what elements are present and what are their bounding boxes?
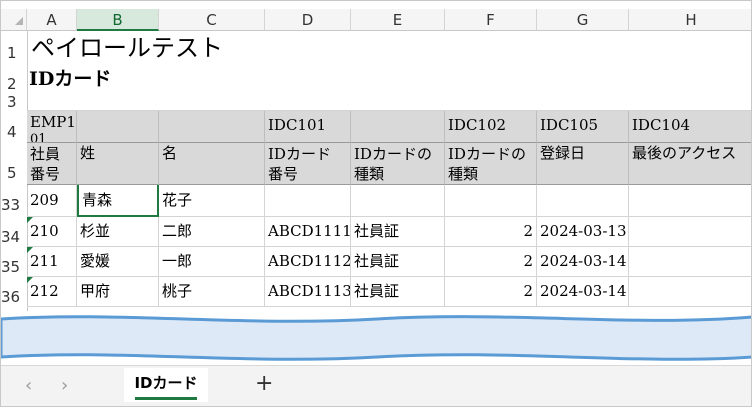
cell-registration-date[interactable]: 2024-03-14 [537, 247, 629, 277]
header-id-card-type[interactable]: IDカードの 種類 [351, 143, 445, 185]
cell-f4[interactable]: IDC102 [445, 111, 537, 143]
cell-id[interactable]: 210 [27, 217, 77, 247]
sheet-tab-bar: ‹ › IDカード + [1, 365, 751, 406]
cell-last-name-selected[interactable]: 青森 [77, 185, 159, 217]
header-id-card-number[interactable]: IDカード 番号 [265, 143, 351, 185]
cell-last-name[interactable]: 杉並 [77, 217, 159, 247]
cell-d4[interactable]: IDC101 [265, 111, 351, 143]
row-header-36[interactable]: 36 [1, 277, 21, 307]
cell-card-type[interactable] [351, 185, 445, 217]
cell-a4[interactable]: EMP1 01 [27, 111, 77, 143]
cell-card-number[interactable]: ABCD1113 [265, 277, 351, 307]
cell-a4-overflow: 01 [30, 132, 47, 143]
add-sheet-icon[interactable]: + [255, 371, 273, 396]
cell-last-access[interactable] [629, 185, 751, 217]
header-id-card-kind[interactable]: IDカードの 種類 [445, 143, 537, 185]
header-id-card-number-l2: 番号 [268, 165, 299, 183]
cell-last-name[interactable]: 甲府 [77, 277, 159, 307]
cell-card-type[interactable]: 社員証 [351, 277, 445, 307]
cell-last-name[interactable]: 愛媛 [77, 247, 159, 277]
cell-first-name[interactable]: 花子 [159, 185, 265, 217]
cell-id[interactable]: 211 [27, 247, 77, 277]
header-id-card-kind-l1: IDカードの [448, 145, 526, 163]
select-all-corner[interactable] [1, 9, 27, 31]
header-id-card-type-l1: IDカードの [354, 145, 432, 163]
cell-last-access[interactable] [629, 247, 751, 277]
cell-b4[interactable] [77, 111, 159, 143]
column-header-d[interactable]: D [265, 9, 351, 31]
cell-g4[interactable]: IDC105 [537, 111, 629, 143]
row-header-5[interactable]: 5 [1, 143, 27, 185]
cell-first-name[interactable]: 一郎 [159, 247, 265, 277]
header-last-access[interactable]: 最後のアクセス [629, 143, 751, 185]
row-header-35[interactable]: 35 [1, 247, 21, 277]
cell-card-kind[interactable] [445, 185, 537, 217]
chevron-left-icon[interactable]: ‹ [25, 375, 32, 396]
header-employee-number-l1: 社員 [30, 145, 61, 163]
cell-last-access[interactable] [629, 277, 751, 307]
column-header-a[interactable]: A [27, 9, 77, 31]
cell-registration-date[interactable]: 2024-03-13 [537, 217, 629, 247]
column-header-b[interactable]: B [77, 9, 159, 31]
header-last-name[interactable]: 姓 [77, 143, 159, 185]
header-employee-number[interactable]: 社員 番号 [27, 143, 77, 185]
cell-c4[interactable] [159, 111, 265, 143]
column-header-g[interactable]: G [537, 9, 629, 31]
content-cut-marker [1, 315, 751, 361]
cell-card-number[interactable]: ABCD1112 [265, 247, 351, 277]
cell-card-number[interactable]: ABCD1111 [265, 217, 351, 247]
cell-card-kind[interactable]: 2 [445, 277, 537, 307]
cell-card-type[interactable]: 社員証 [351, 217, 445, 247]
header-employee-number-l2: 番号 [30, 165, 61, 183]
chevron-right-icon[interactable]: › [61, 375, 68, 396]
header-id-card-type-l2: 種類 [354, 165, 385, 183]
spreadsheet-window: A B C D E F G H 1 2 3 4 5 33 34 35 36 ペイ… [0, 0, 752, 407]
row-header-33[interactable]: 33 [1, 185, 21, 217]
column-header-f[interactable]: F [445, 9, 537, 31]
header-registration-date[interactable]: 登録日 [537, 143, 629, 185]
cell-id[interactable]: 212 [27, 277, 77, 307]
cell-card-type[interactable]: 社員証 [351, 247, 445, 277]
cell-registration-date[interactable]: 2024-03-14 [537, 277, 629, 307]
cell-card-kind[interactable]: 2 [445, 247, 537, 277]
cell-first-name[interactable]: 二郎 [159, 217, 265, 247]
cell-e4[interactable] [351, 111, 445, 143]
sheet-subtitle-cell[interactable]: IDカード [27, 65, 751, 95]
cell-id[interactable]: 209 [27, 185, 77, 217]
cell-a4-text: EMP1 [30, 113, 76, 131]
row-header-34[interactable]: 34 [1, 217, 21, 247]
cell-last-access[interactable] [629, 217, 751, 247]
cell-h4[interactable]: IDC104 [629, 111, 751, 143]
column-header-e[interactable]: E [351, 9, 445, 31]
header-id-card-kind-l2: 種類 [448, 165, 479, 183]
cell-card-kind[interactable]: 2 [445, 217, 537, 247]
row-3-empty[interactable] [27, 95, 751, 111]
cell-first-name[interactable]: 桃子 [159, 277, 265, 307]
cell-registration-date[interactable] [537, 185, 629, 217]
header-first-name[interactable]: 名 [159, 143, 265, 185]
row-header-1[interactable]: 1 [1, 39, 27, 67]
row-header-4[interactable]: 4 [1, 111, 27, 143]
column-header-c[interactable]: C [159, 9, 265, 31]
cell-card-number[interactable] [265, 185, 351, 217]
sheet-title-cell[interactable]: ペイロールテスト [27, 31, 751, 65]
column-header-bar: A B C D E F G H [1, 9, 751, 31]
row-header-3[interactable]: 3 [1, 95, 27, 111]
row-header-2[interactable]: 2 [1, 67, 27, 95]
column-header-h[interactable]: H [629, 9, 751, 31]
active-tab-underline [135, 397, 197, 400]
header-id-card-number-l1: IDカード [268, 145, 331, 163]
